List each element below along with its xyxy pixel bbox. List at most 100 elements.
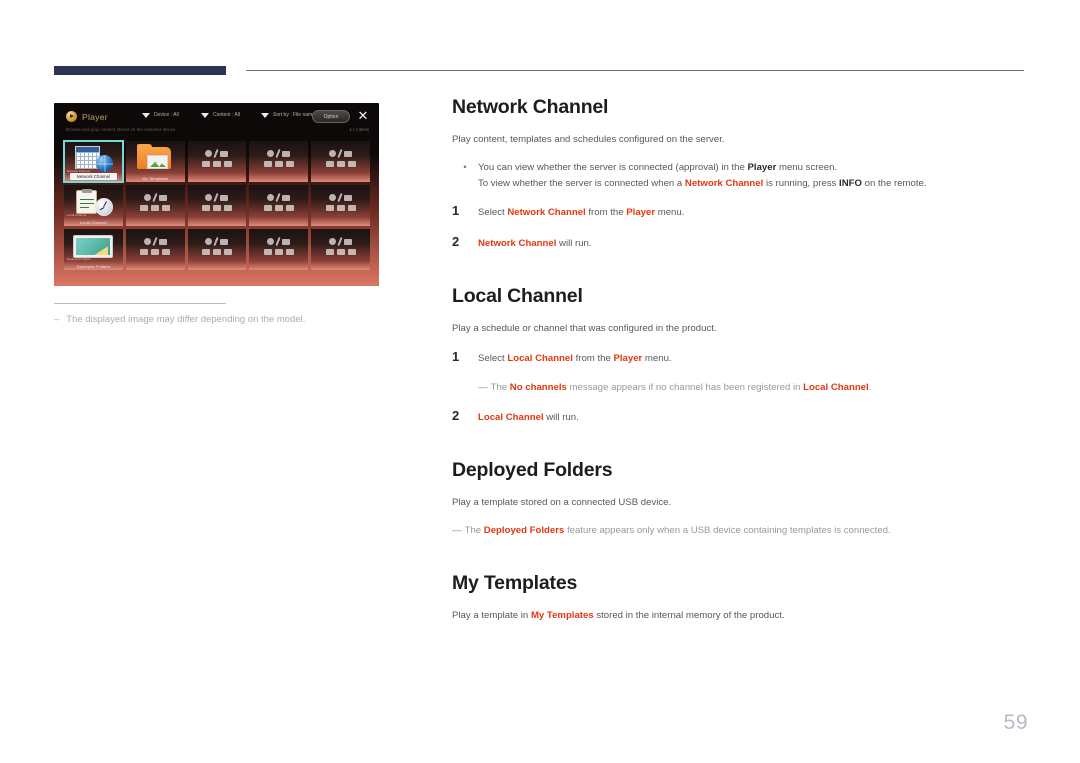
step-text: Local Channel will run. — [478, 410, 579, 425]
step-item: 2 Local Channel will run. — [452, 408, 1027, 425]
media-placeholder-icon — [263, 148, 294, 167]
step-e: menu. — [642, 353, 672, 365]
step-e: menu. — [655, 206, 685, 218]
tile-network-channel[interactable]: Network Channel Network Channel — [63, 140, 124, 183]
media-placeholder-icon — [325, 192, 356, 211]
note-text: The Deployed Folders feature appears onl… — [465, 523, 891, 538]
tile-my-templates[interactable]: My Templates — [125, 141, 185, 182]
tile-media-placeholder[interactable] — [249, 185, 309, 226]
section-network-channel: Network Channel Play content, templates … — [452, 96, 1027, 251]
bullet-l1-c: menu screen. — [776, 161, 838, 173]
tile-media-placeholder[interactable] — [249, 141, 309, 182]
note-c: feature appears only when a USB device c… — [564, 524, 891, 536]
folder-templates-icon — [137, 144, 173, 171]
media-placeholder-icon — [263, 192, 294, 211]
note-c: message appears if no channel has been r… — [566, 382, 804, 394]
player-filter-sort[interactable]: Sort by : File name — [261, 112, 315, 118]
product-screenshot: Player Browse and play content stored on… — [54, 103, 379, 286]
top-rule-thin-line — [246, 70, 1024, 71]
note-a: The — [464, 524, 484, 536]
step-a: Select — [478, 353, 508, 365]
section-heading: Deployed Folders — [452, 459, 613, 482]
note-e: . — [868, 382, 872, 394]
tile-media-placeholder[interactable] — [187, 141, 247, 182]
note-local-channel: Local Channel — [803, 382, 869, 394]
step-b: will run. — [543, 411, 579, 423]
player-filter-content[interactable]: Content : All — [201, 112, 240, 118]
tile-media-placeholder[interactable] — [125, 229, 185, 270]
section-lead: Play a schedule or channel that was conf… — [452, 323, 717, 335]
note-item: ― The No channels message appears if no … — [452, 380, 1027, 395]
media-placeholder-icon — [201, 236, 232, 255]
tile-media-placeholder[interactable] — [311, 229, 370, 270]
media-placeholder-icon — [201, 148, 232, 167]
tile-label: My Templates — [142, 176, 169, 181]
section-lead: Play content, templates and schedules co… — [452, 134, 725, 145]
section-heading: Network Channel — [452, 96, 609, 118]
tile-media-placeholder[interactable] — [311, 141, 370, 182]
note-item: ― The Deployed Folders feature appears o… — [452, 523, 1027, 538]
step-player: Player — [613, 353, 643, 365]
step-b: will run. — [556, 237, 592, 249]
step-number: 2 — [452, 407, 460, 423]
step-local-channel: Local Channel — [507, 353, 573, 365]
figure-caption-dash: – — [54, 314, 60, 325]
chevron-down-icon — [201, 112, 209, 118]
media-placeholder-icon — [140, 236, 171, 255]
bullet-marker: • — [463, 161, 467, 172]
lead-c: stored in the internal memory of the pro… — [593, 610, 785, 622]
bullet-l2-info: INFO — [839, 177, 862, 189]
note-deployed-folders: Deployed Folders — [483, 524, 565, 536]
network-channel-icon — [73, 146, 114, 172]
section-lead: Play a template in My Templates stored i… — [452, 609, 1027, 624]
figure-caption-divider — [54, 303, 226, 304]
chevron-down-icon — [142, 112, 150, 118]
bullet-l2-c: is running, press — [763, 177, 840, 189]
section-heading: Local Channel — [452, 285, 583, 308]
step-text: Network Channel will run. — [478, 236, 592, 251]
close-icon[interactable]: ✕ — [356, 109, 370, 123]
tile-deployed-folders[interactable]: Deployed Folders Deployed Folders — [64, 229, 123, 270]
step-c: from the — [585, 206, 627, 218]
step-c: from the — [572, 353, 614, 365]
step-item: 1 Select Local Channel from the Player m… — [452, 349, 1027, 366]
lead-my-templates: My Templates — [530, 610, 594, 622]
player-filter-sort-label: Sort by : File name — [273, 112, 315, 118]
step-a: Select — [478, 206, 508, 218]
player-filter-device[interactable]: Device : All — [142, 112, 179, 118]
step-network-channel: Network Channel — [507, 206, 586, 218]
media-placeholder-icon — [201, 192, 232, 211]
tile-media-placeholder[interactable] — [187, 229, 247, 270]
player-filter-content-label: Content : All — [213, 112, 240, 118]
note-text: The No channels message appears if no ch… — [491, 380, 872, 395]
top-rule-navy-bar — [54, 66, 226, 75]
note-no-channels: No channels — [509, 382, 567, 394]
section-heading: My Templates — [452, 572, 578, 595]
step-local-channel: Local Channel — [478, 411, 544, 423]
chevron-down-icon — [261, 112, 269, 118]
player-option-button[interactable]: Option — [312, 110, 350, 123]
tile-media-placeholder[interactable] — [249, 229, 309, 270]
bullet-l1-a: You can view whether the server is conne… — [478, 161, 748, 173]
tile-media-placeholder[interactable] — [187, 185, 247, 226]
section-deployed-folders: Deployed Folders Play a template stored … — [452, 459, 1027, 538]
step-number: 2 — [452, 233, 460, 249]
document-body: Network Channel Play content, templates … — [452, 96, 1027, 636]
tile-local-channel[interactable]: Local Channel Local Channel — [64, 185, 123, 226]
media-placeholder-icon — [325, 236, 356, 255]
figure-block: Player Browse and play content stored on… — [54, 103, 379, 326]
figure-caption-text: The displayed image may differ depending… — [66, 314, 306, 325]
page-number: 59 — [1003, 711, 1028, 734]
tile-media-placeholder[interactable] — [125, 185, 185, 226]
player-tile-grid: Network Channel Network Channel My Templ… — [63, 140, 370, 270]
player-header: Player Browse and play content stored on… — [54, 103, 379, 139]
player-item-counter: 1 / 4 items — [349, 127, 369, 132]
player-logo: Player — [66, 111, 108, 122]
deployed-folders-icon — [73, 235, 114, 259]
page-top-rule — [54, 66, 1024, 76]
figure-caption: – The displayed image may differ dependi… — [54, 313, 379, 326]
player-title: Player — [82, 111, 108, 122]
tile-media-placeholder[interactable] — [311, 185, 370, 226]
tile-sub-label: Local Channel — [67, 213, 87, 217]
tile-label: Local Channel — [79, 220, 107, 225]
